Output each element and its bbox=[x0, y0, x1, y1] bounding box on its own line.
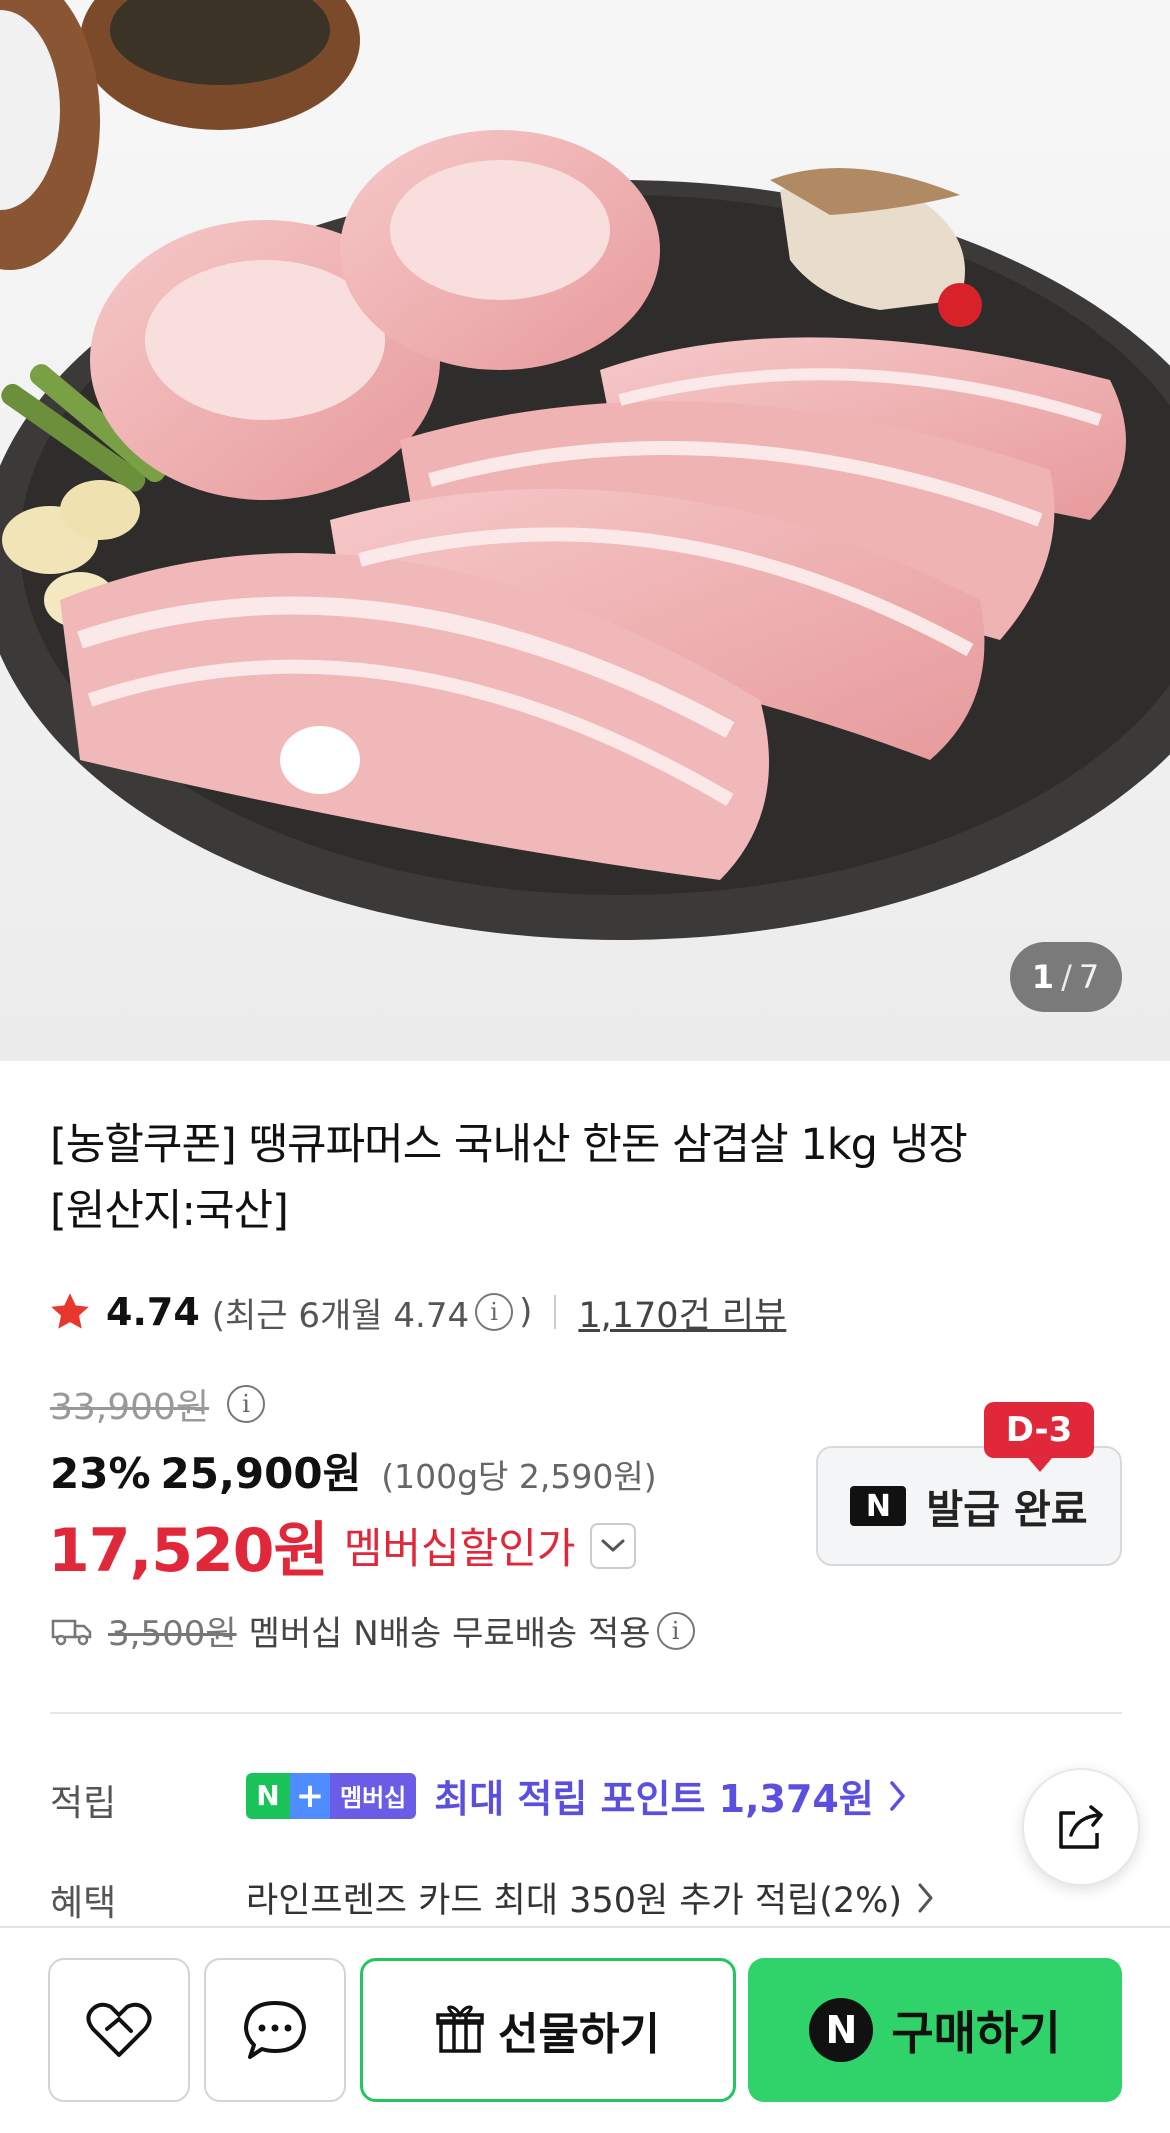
truck-icon bbox=[51, 1619, 92, 1645]
section-divider bbox=[50, 1712, 1122, 1714]
chevron-down-icon[interactable] bbox=[589, 1522, 636, 1569]
benefit-row[interactable]: 라인프렌즈 카드 최대 350원 추가 적립(2%) bbox=[246, 1872, 936, 1923]
nplus-membership-badge: N + 멤버십 bbox=[246, 1772, 417, 1819]
inquiry-button[interactable] bbox=[204, 1958, 346, 2102]
badge-plus: + bbox=[290, 1772, 330, 1819]
original-price: 33,900원 bbox=[50, 1387, 210, 1428]
page-current: 1 bbox=[1031, 958, 1056, 996]
member-price-row: 17,520원 멤버십할인가 bbox=[48, 1502, 636, 1589]
wishlist-button[interactable] bbox=[48, 1958, 190, 2102]
star-icon bbox=[51, 1293, 89, 1329]
chevron-right-icon bbox=[890, 1780, 905, 1811]
page-separator: / bbox=[1061, 958, 1073, 996]
coupon-button[interactable]: N 발급 완료 bbox=[816, 1446, 1122, 1566]
product-title-line2: [원산지:국산] bbox=[50, 1186, 289, 1236]
naver-n-logo: N bbox=[850, 1486, 907, 1526]
product-image[interactable]: 1 / 7 bbox=[0, 0, 1170, 1061]
rating-value: 4.74 bbox=[106, 1290, 200, 1334]
product-title: [농할쿠폰] 땡큐파머스 국내산 한돈 삼겹살 1kg 냉장 [원산지:국산] bbox=[50, 1112, 1050, 1244]
sale-price: 25,900원 bbox=[160, 1449, 362, 1498]
image-page-indicator: 1 / 7 bbox=[1010, 942, 1122, 1012]
chevron-right-icon bbox=[918, 1883, 933, 1912]
chat-icon bbox=[244, 2001, 306, 2059]
member-price: 17,520원 bbox=[48, 1516, 329, 1586]
benefit-label: 혜택 bbox=[50, 1883, 117, 1924]
heart-icon bbox=[86, 2002, 152, 2057]
pork-belly-photo bbox=[0, 0, 1170, 1061]
discount-rate: 23% bbox=[50, 1449, 151, 1498]
coupon-label: 발급 완료 bbox=[926, 1487, 1088, 1533]
buy-button-label: 구매하기 bbox=[891, 2006, 1061, 2060]
delivery-original-fee: 3,500원 bbox=[108, 1614, 237, 1654]
review-count-link[interactable]: 1,170건 리뷰 bbox=[578, 1287, 786, 1338]
gift-button-label: 선물하기 bbox=[498, 2009, 660, 2060]
original-price-row: 33,900원 i bbox=[50, 1378, 271, 1430]
delivery-info-icon[interactable]: i bbox=[656, 1611, 695, 1650]
product-title-line1: [농할쿠폰] 땡큐파머스 국내산 한돈 삼겹살 1kg 냉장 bbox=[50, 1120, 968, 1170]
badge-n: N bbox=[246, 1772, 290, 1819]
rating-row: 4.74 (최근 6개월 4.74 i ) 1,170건 리뷰 bbox=[48, 1284, 786, 1340]
recent-rating: (최근 6개월 4.74 i ) bbox=[212, 1288, 533, 1337]
member-price-label: 멤버십할인가 bbox=[343, 1524, 576, 1573]
delivery-row: 3,500원 멤버십 N배송 무료배송 적용 i bbox=[50, 1606, 701, 1655]
share-button[interactable] bbox=[1022, 1768, 1140, 1886]
naver-pay-logo: N bbox=[809, 1998, 874, 2062]
info-icon[interactable]: i bbox=[475, 1293, 514, 1331]
benefit-text: 라인프렌즈 카드 최대 350원 추가 적립(2%) bbox=[246, 1881, 903, 1921]
recent-rating-close: ) bbox=[519, 1292, 533, 1332]
share-icon bbox=[1059, 1805, 1103, 1849]
buy-button[interactable]: N 구매하기 bbox=[748, 1958, 1122, 2102]
points-row[interactable]: N + 멤버십 최대 적립 포인트 1,374원 bbox=[246, 1768, 908, 1823]
recent-rating-text: (최근 6개월 4.74 bbox=[211, 1295, 470, 1336]
badge-member: 멤버십 bbox=[330, 1772, 417, 1819]
page-total: 7 bbox=[1078, 958, 1101, 996]
sale-price-row: 23% 25,900원 (100g당 2,590원) bbox=[50, 1440, 657, 1501]
unit-price: (100g당 2,590원) bbox=[381, 1457, 657, 1496]
max-points-text: 최대 적립 포인트 1,374원 bbox=[434, 1777, 874, 1821]
divider bbox=[554, 1295, 557, 1329]
coupon-deadline-badge: D-3 bbox=[984, 1402, 1094, 1472]
price-info-icon[interactable]: i bbox=[227, 1385, 266, 1423]
gift-button[interactable]: 선물하기 bbox=[360, 1958, 736, 2102]
delivery-text: 멤버십 N배송 무료배송 적용 bbox=[248, 1614, 651, 1654]
points-label: 적립 bbox=[50, 1783, 117, 1824]
gift-icon bbox=[436, 2005, 484, 2053]
